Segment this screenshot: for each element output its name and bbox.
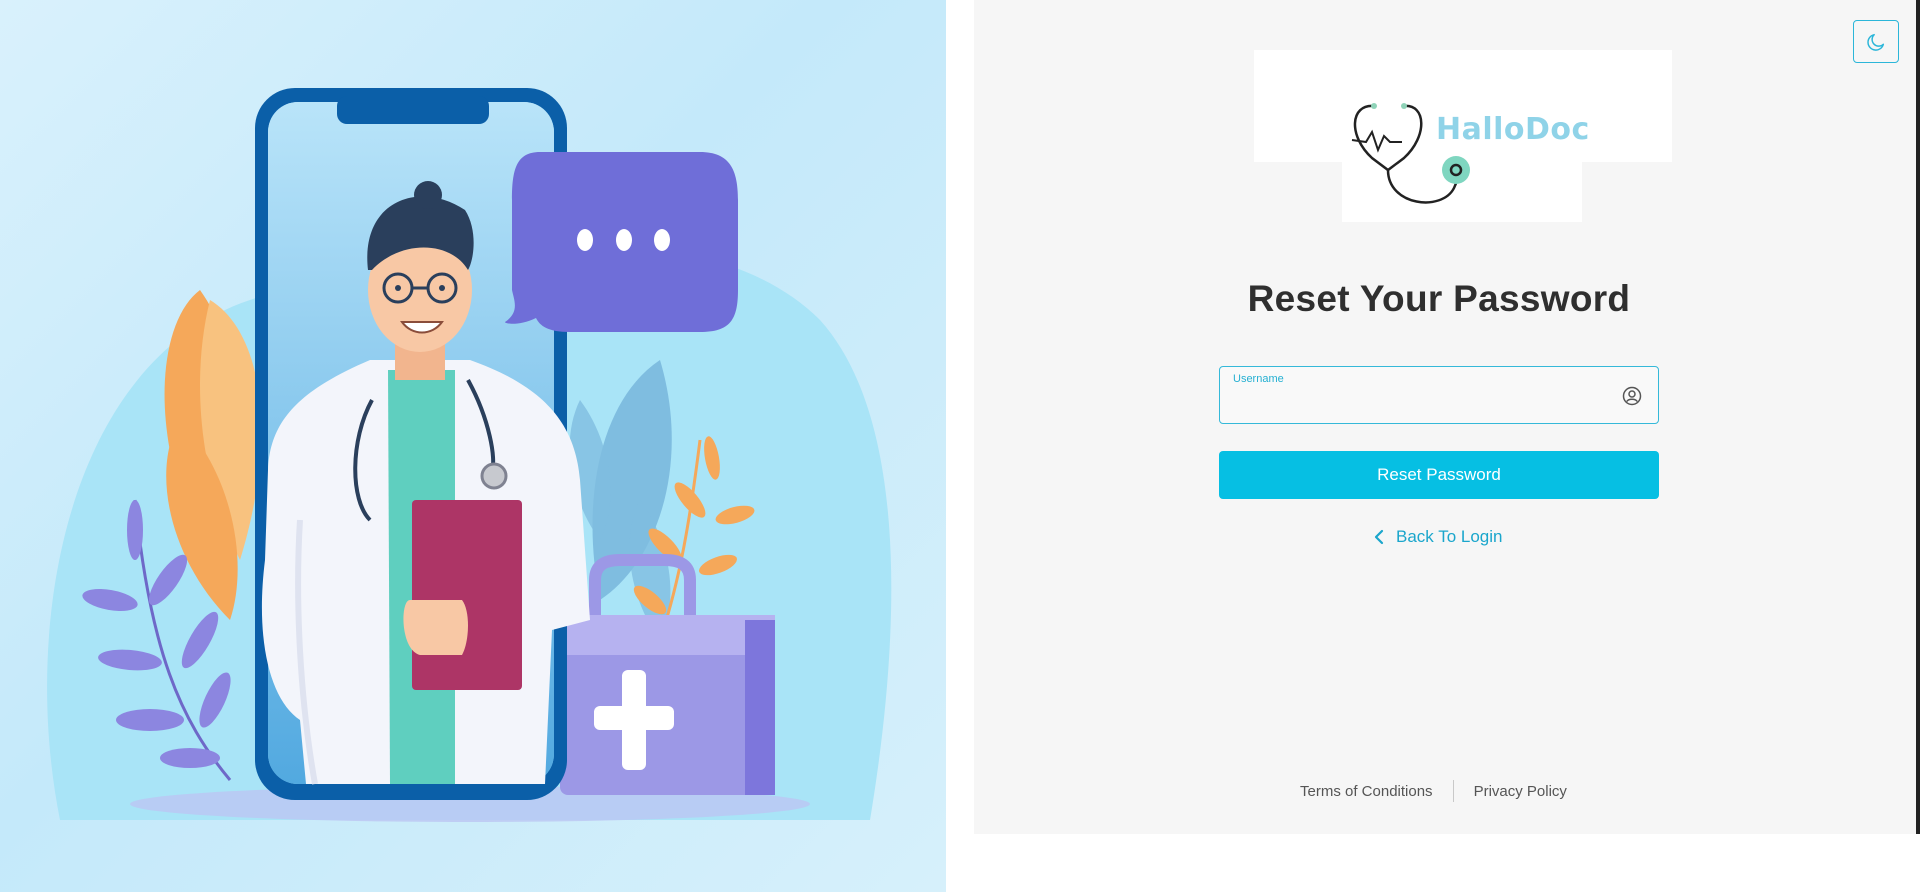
- speech-bubble: [505, 152, 738, 332]
- page-title: Reset Your Password: [1247, 278, 1631, 319]
- footer-divider: [1452, 780, 1454, 802]
- moon-icon: [1867, 33, 1885, 51]
- terms-link[interactable]: Terms of Conditions: [1300, 783, 1433, 800]
- chevron-left-icon: [1374, 529, 1384, 545]
- window-edge: [1916, 0, 1920, 834]
- page: HalloDoc Reset Your Password Username Re…: [0, 0, 1920, 892]
- footer-links: Terms of Conditions Privacy Policy: [1300, 778, 1567, 804]
- back-to-login-label: Back To Login: [1396, 527, 1503, 546]
- username-input[interactable]: [1232, 393, 1612, 417]
- back-to-login-link[interactable]: Back To Login: [1374, 525, 1502, 549]
- user-circle-icon: [1622, 386, 1642, 406]
- reset-password-button[interactable]: Reset Password: [1219, 451, 1659, 499]
- doctor-illustration: [0, 0, 946, 892]
- theme-toggle-button[interactable]: [1853, 20, 1899, 63]
- privacy-link[interactable]: Privacy Policy: [1474, 783, 1567, 800]
- username-field[interactable]: Username: [1219, 366, 1659, 424]
- username-label: Username: [1233, 373, 1284, 385]
- brand-name: HalloDoc: [1436, 112, 1590, 147]
